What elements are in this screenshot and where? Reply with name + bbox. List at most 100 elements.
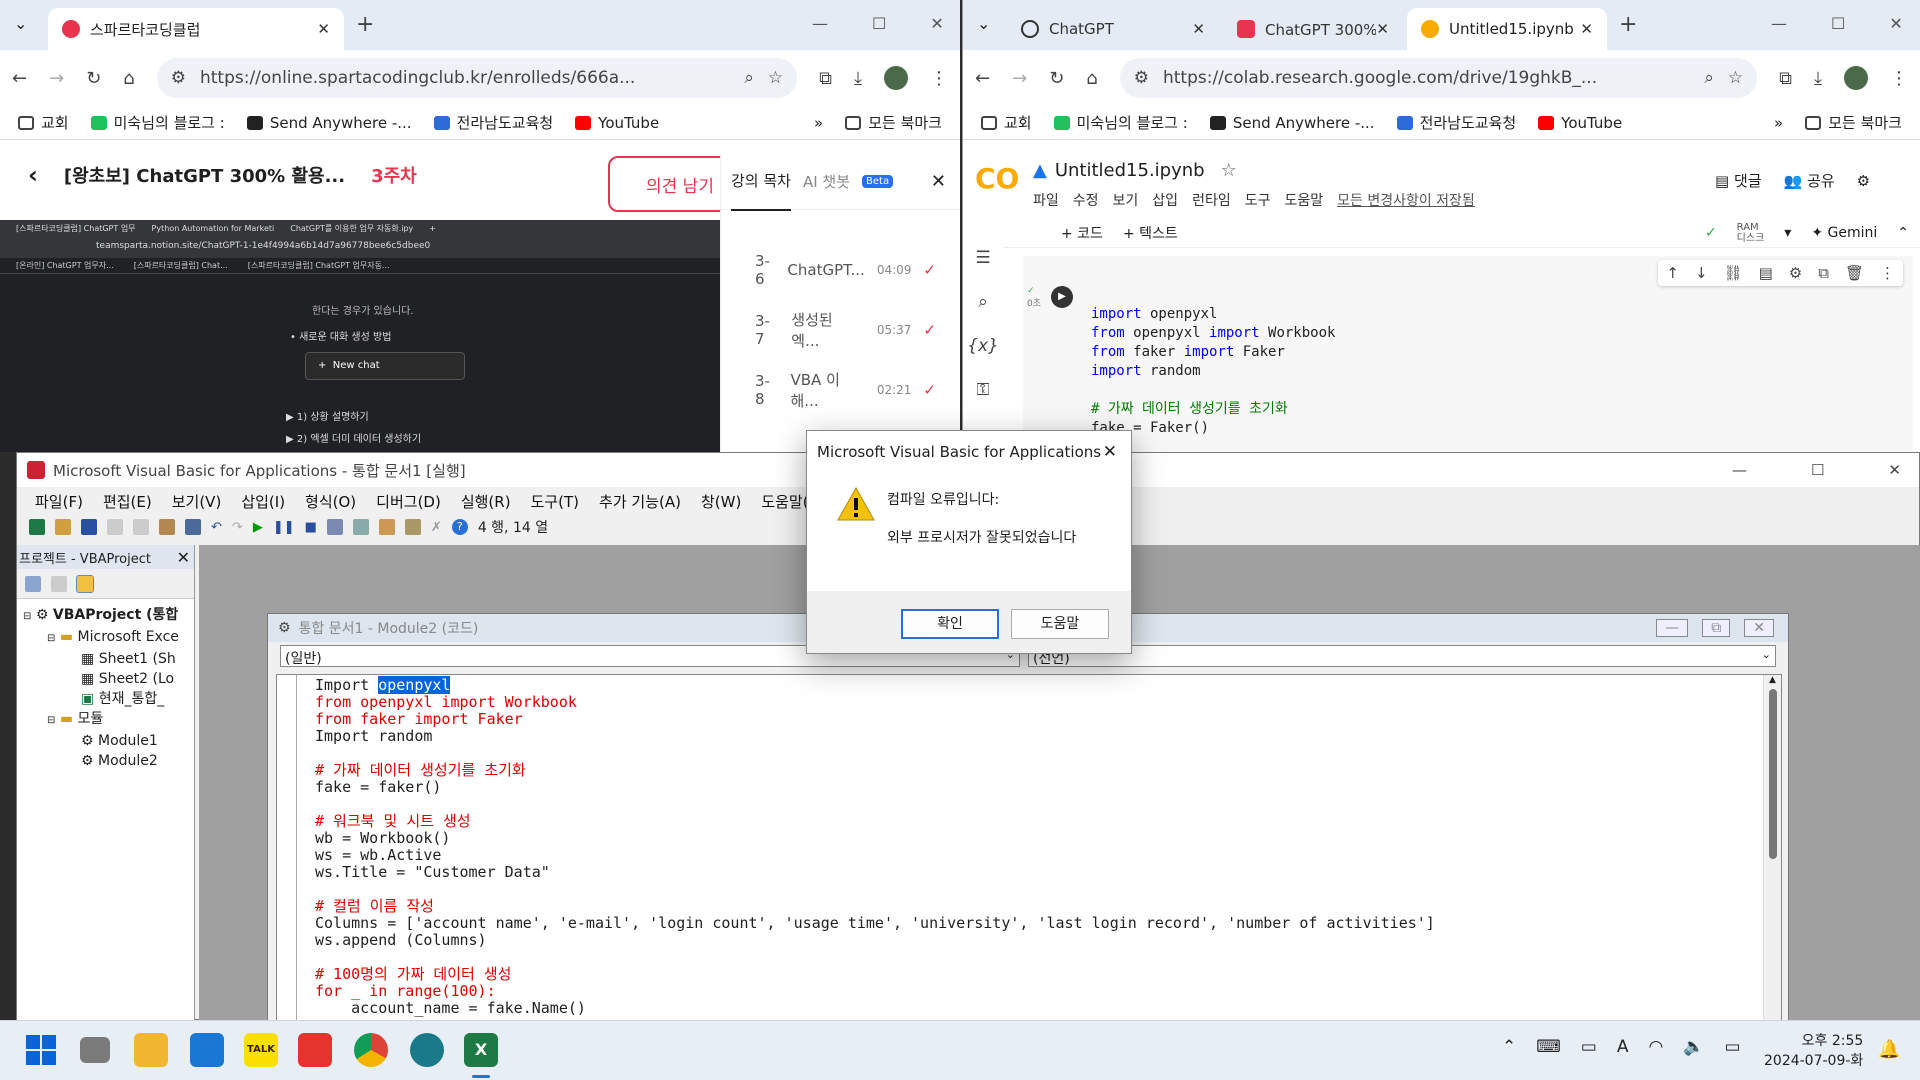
lesson-item[interactable]: 3-7 생성된 엑... 05:37 ✓ (721, 300, 960, 360)
bookmarks-more-icon[interactable]: » (814, 114, 823, 132)
view-object-icon[interactable] (51, 575, 67, 592)
code-editor[interactable]: Import openpyxl from openpyxl import Work… (276, 674, 1782, 1022)
toc-tab[interactable]: 강의 목차 (731, 152, 791, 211)
extensions-icon[interactable]: ⧉ (819, 68, 832, 89)
menu-file[interactable]: 파일(F) (35, 491, 83, 512)
copy-icon[interactable] (133, 519, 149, 535)
settings-icon[interactable]: ⚙ (1857, 172, 1870, 190)
profile-avatar[interactable] (1844, 66, 1868, 90)
code-cell[interactable]: ✓ 0초 ▶ import openpyxl from openpyxl impo… (1023, 256, 1913, 452)
address-bar[interactable]: ⚙ https://colab.research.google.com/driv… (1119, 58, 1758, 98)
close-icon[interactable]: ✕ (177, 548, 190, 567)
maximize-icon[interactable]: ☐ (1831, 14, 1845, 33)
chrome-icon[interactable] (354, 1033, 388, 1067)
lesson-item[interactable]: 3-6 ChatGPT... 04:09 ✓ (721, 240, 960, 300)
menu-run[interactable]: 실행(R) (461, 491, 511, 512)
runtime-dropdown-icon[interactable]: ▾ (1784, 225, 1791, 241)
menu-tools[interactable]: 도구 (1245, 190, 1271, 210)
download-icon[interactable]: ⤓ (854, 68, 862, 89)
close-icon[interactable]: ✕ (930, 14, 943, 33)
excel-icon[interactable] (29, 519, 45, 535)
windows-app-icon[interactable] (190, 1033, 224, 1067)
vba-code-text[interactable]: Import openpyxl from openpyxl import Work… (315, 676, 1435, 1017)
tree-module1[interactable]: ⚙ Module1 (23, 731, 194, 751)
menu-edit[interactable]: 수정 (1073, 190, 1099, 210)
redo-icon[interactable]: ↷ (232, 520, 243, 535)
kakaotalk-icon[interactable]: TALK (244, 1033, 278, 1067)
battery-icon[interactable]: ▭ (1725, 1037, 1741, 1057)
menu-debug[interactable]: 디버그(D) (376, 491, 441, 512)
find-icon[interactable] (185, 519, 201, 535)
tab-chatgpt[interactable]: ChatGPT ✕ (1007, 8, 1219, 50)
code-line[interactable]: # 가짜 데이터 생성기를 초기화 (315, 762, 1435, 779)
menu-runtime[interactable]: 런타임 (1192, 190, 1231, 210)
bookmark-star-icon[interactable]: ☆ (768, 68, 783, 88)
view-code-icon[interactable] (25, 575, 41, 592)
all-bookmarks[interactable]: 모든 북마크 (1805, 112, 1902, 133)
tab-sparta[interactable]: ChatGPT 300% 활✕ (1223, 8, 1403, 50)
save-icon[interactable] (81, 519, 97, 535)
tree-objects[interactable]: ⊟ ▬ Microsoft Exce (23, 627, 194, 649)
tree-thisworkbook[interactable]: ▣ 현재_통합_ (23, 689, 194, 709)
dialog-close-icon[interactable]: ✕ (1103, 442, 1117, 462)
code-line[interactable] (315, 881, 1435, 898)
comment-button[interactable]: ▤ 댓글 (1715, 170, 1762, 191)
menu-window[interactable]: 창(W) (701, 491, 741, 512)
site-info-icon[interactable]: ⚙ (1134, 68, 1149, 88)
code-line[interactable]: account_name = fake.Name() (315, 1000, 1435, 1017)
project-explorer-icon[interactable] (352, 519, 369, 535)
reset-icon[interactable]: ■ (305, 520, 317, 535)
bookmark-send-anywhere[interactable]: Send Anywhere -... (246, 114, 412, 132)
tree-root[interactable]: ⊟ ⚙ VBAProject (통합 (23, 605, 194, 627)
display-icon[interactable]: ▭ (1581, 1037, 1597, 1057)
tab-close-icon[interactable]: ✕ (1376, 20, 1389, 38)
minimize-icon[interactable]: — (1771, 14, 1787, 33)
insert-form-icon[interactable] (55, 519, 71, 535)
share-button[interactable]: 👥 공유 (1784, 170, 1835, 191)
download-icon[interactable]: ⤓ (1814, 68, 1822, 89)
site-info-icon[interactable]: ⚙ (171, 68, 186, 88)
forward-icon[interactable]: → (1012, 68, 1027, 89)
procedure-combo[interactable]: (선언) ⌄ (1028, 645, 1776, 667)
code-line[interactable]: from openpyxl import Workbook (315, 694, 1435, 711)
toolbox-icon[interactable]: ✗ (431, 520, 442, 535)
notification-bell-icon[interactable]: 🔔 (1878, 1039, 1900, 1060)
menu-file[interactable]: 파일 (1033, 190, 1059, 210)
all-bookmarks[interactable]: 모든 북마크 (845, 112, 942, 133)
code-line[interactable]: # 100명의 가짜 데이터 생성 (315, 966, 1435, 983)
tree-sheet1[interactable]: ▦ Sheet1 (Sh (23, 649, 194, 669)
task-view-icon[interactable] (80, 1037, 110, 1063)
run-icon[interactable]: ▶ (253, 520, 263, 535)
code-line[interactable]: for _ in range(100): (315, 983, 1435, 1000)
wifi-icon[interactable]: ◠ (1649, 1037, 1664, 1057)
tab-search-icon[interactable]: ⌄ (14, 14, 27, 33)
tab-search-icon[interactable]: ⌄ (977, 14, 990, 33)
run-cell-icon[interactable]: ▶ (1051, 286, 1073, 308)
help-button[interactable]: 도움말 (1011, 609, 1109, 639)
menu-insert[interactable]: 삽입 (1152, 190, 1178, 210)
colab-logo[interactable]: CO (975, 162, 1019, 195)
star-icon[interactable]: ☆ (1221, 160, 1237, 181)
object-browser-icon[interactable] (404, 519, 421, 535)
close-icon[interactable]: ✕ (1888, 461, 1901, 479)
code-line[interactable]: ws.Title = "Customer Data" (315, 864, 1435, 881)
bookmarks-more-icon[interactable]: » (1774, 114, 1783, 132)
tab-close-icon[interactable]: ✕ (1580, 20, 1593, 38)
home-icon[interactable]: ⌂ (1086, 68, 1097, 89)
tree-module2[interactable]: ⚙ Module2 (23, 751, 194, 771)
restore-icon[interactable]: ⧉ (1702, 619, 1731, 637)
keyboard-icon[interactable]: ⌨ (1536, 1037, 1561, 1057)
help-icon[interactable]: ? (451, 519, 468, 535)
bookmark-church[interactable]: 교회 (981, 112, 1032, 133)
minimize-icon[interactable]: — (812, 14, 828, 33)
maximize-icon[interactable]: ☐ (872, 14, 886, 33)
menu-insert[interactable]: 삽입(I) (241, 491, 285, 512)
lecture-video[interactable]: [스파르타코딩클럽] ChatGPT 업무 Python Automation … (0, 220, 720, 452)
add-code-button[interactable]: + 코드 (1061, 223, 1103, 243)
new-tab-icon[interactable]: + (1619, 12, 1637, 37)
menu-addins[interactable]: 추가 기능(A) (599, 491, 681, 512)
variables-icon[interactable]: {x} (967, 336, 999, 356)
bookmark-jne[interactable]: 전라남도교육청 (1396, 112, 1516, 133)
toc-close-icon[interactable]: ✕ (931, 171, 946, 192)
tab-close-icon[interactable]: ✕ (317, 20, 330, 38)
